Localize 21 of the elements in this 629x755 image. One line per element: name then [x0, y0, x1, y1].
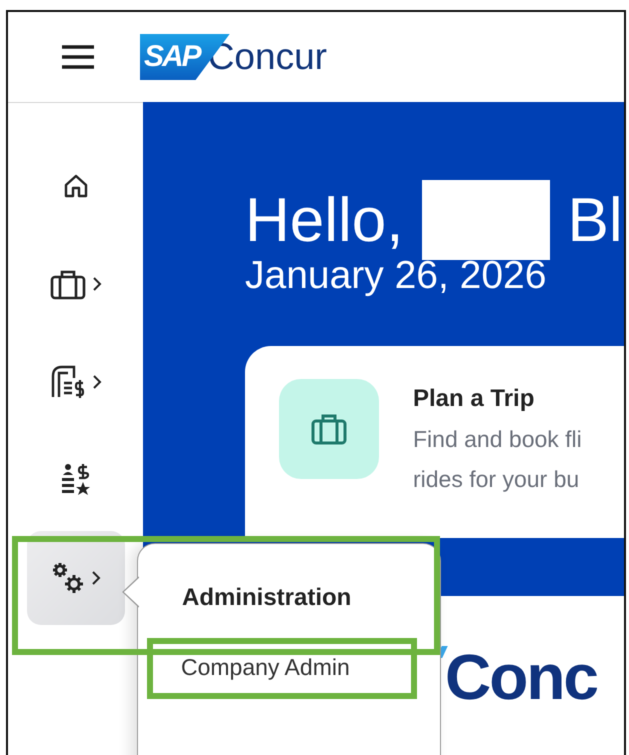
people-money-icon: [60, 462, 90, 498]
card-description: rides for your bu: [413, 465, 580, 494]
nav-item[interactable]: [26, 531, 124, 625]
chevron-right-icon: [92, 276, 102, 292]
home-icon: [62, 173, 88, 199]
briefcase-icon: [50, 268, 86, 300]
briefcase-icon: [279, 379, 379, 479]
greeting: Hello,: [245, 184, 404, 256]
plan-trip-card[interactable]: Plan a Trip Find and book fli rides for your bu: [245, 346, 624, 538]
chevron-right-icon: [92, 374, 102, 390]
card-description: Find and book fli: [413, 425, 582, 454]
menu-heading: Administration: [182, 584, 352, 612]
menu-item[interactable]: Company Admin: [147, 638, 417, 699]
date-text: January 26, 2026: [245, 254, 548, 298]
receipt-icon: [50, 364, 86, 400]
menu-icon: [60, 44, 96, 70]
card-title: Plan a Trip: [413, 385, 536, 413]
logo-text: Conc: [445, 640, 597, 714]
chevron-right-icon: [90, 570, 100, 586]
gears-icon: [50, 561, 84, 595]
greeting-name: Bl: [568, 184, 623, 256]
